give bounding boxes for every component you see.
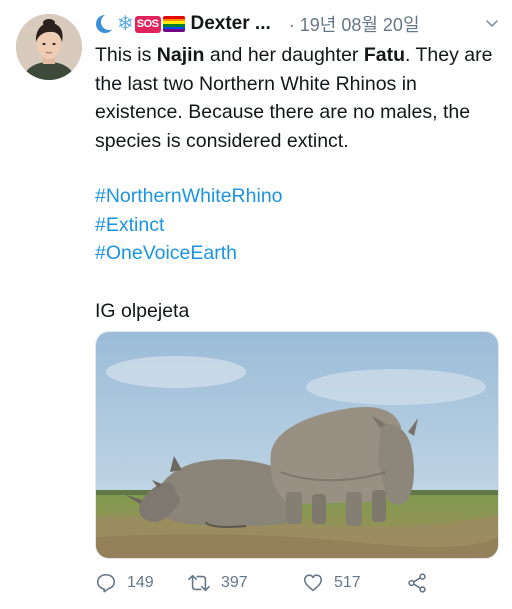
hashtag-link[interactable]: #OneVoiceEarth <box>95 239 283 268</box>
avatar[interactable] <box>16 14 82 80</box>
tweet-text-bold-najin: Najin <box>156 44 205 66</box>
rainbow-flag-icon <box>162 16 185 32</box>
tweet-header: ❄ SOS Dexter ... · 19년 08월 20일 <box>95 10 500 38</box>
like-count: 517 <box>334 574 361 591</box>
share-button[interactable] <box>406 570 438 596</box>
tweet-date[interactable]: · 19년 08월 20일 <box>289 11 420 37</box>
crescent-moon-icon <box>95 14 117 34</box>
chevron-down-icon[interactable] <box>484 16 500 32</box>
retweet-button[interactable]: 397 <box>187 570 248 596</box>
retweet-count: 397 <box>221 574 248 591</box>
reply-count: 149 <box>127 574 154 591</box>
reply-button[interactable]: 149 <box>95 570 154 596</box>
author-name[interactable]: Dexter ... <box>191 13 271 35</box>
hashtag-link[interactable]: #NorthernWhiteRhino <box>95 182 283 211</box>
like-icon <box>303 574 323 592</box>
reply-icon <box>96 573 116 593</box>
photo-credit: IG olpejeta <box>95 300 190 322</box>
snowflake-icon: ❄ <box>117 13 134 35</box>
sos-icon: SOS <box>134 15 161 33</box>
share-icon <box>408 573 426 593</box>
tweet-image[interactable] <box>95 331 499 559</box>
like-button[interactable]: 517 <box>302 570 361 596</box>
hashtag-link[interactable]: #Extinct <box>95 211 283 240</box>
tweet-actions: 149 397 517 <box>95 570 435 596</box>
tweet-text: This is Najin and her daughter Fatu. The… <box>95 41 505 155</box>
hashtag-list: #NorthernWhiteRhino #Extinct #OneVoiceEa… <box>95 182 283 268</box>
tweet-text-segment: and her daughter <box>204 44 364 66</box>
tweet-text-bold-fatu: Fatu <box>363 44 405 66</box>
retweet-icon <box>188 574 210 592</box>
tweet-text-segment: This is <box>95 44 157 66</box>
